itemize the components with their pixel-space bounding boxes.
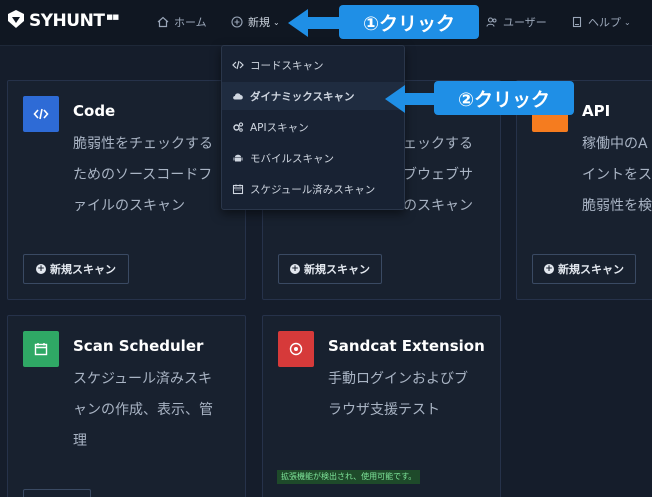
desc-line: イントをス: [582, 167, 652, 183]
button-label: 新規スキャン: [50, 263, 116, 276]
card-title: Sandcat Extension: [328, 337, 485, 355]
desc-line: ャンの作成、表示、管: [73, 402, 213, 418]
new-scan-dropdown: コードスキャン ダイナミックスキャン APIスキャン モバイルスキャン スケジュ…: [221, 45, 405, 210]
menu-item-mobile-scan[interactable]: モバイルスキャン: [222, 144, 404, 172]
desc-line: 脆弱性をチェックする: [73, 136, 213, 152]
card-description: 稼働中のA イントをス 脆弱性を検: [582, 129, 652, 222]
menu-item-scheduled-scan[interactable]: スケジュール済みスキャン: [222, 175, 404, 203]
card-title: Code: [73, 102, 116, 120]
cloud-icon: [232, 90, 244, 102]
button-label: 新規スキャン: [558, 263, 624, 276]
desc-line: ためのソースコードフ: [73, 167, 213, 183]
menu-item-api-scan[interactable]: APIスキャン: [222, 113, 404, 141]
desc-line: スケジュール済みスキ: [73, 371, 213, 387]
gears-icon: [232, 121, 244, 133]
card-description: ェックする ブウェブサ のスキャン: [403, 129, 498, 222]
desc-line: ラウザ支援テスト: [328, 402, 440, 418]
chrome-icon: [278, 331, 314, 367]
new-scan-button[interactable]: + 新規スキャン: [23, 254, 129, 284]
nav-home-label: ホーム: [174, 16, 207, 29]
desc-line: 脆弱性を検: [582, 198, 652, 214]
chevron-down-icon: ⌄: [273, 17, 280, 27]
android-icon: [232, 152, 244, 164]
desc-line: 手動ログインおよびブ: [328, 371, 468, 387]
arrow-left-icon: [288, 9, 340, 37]
nav-users-label: ユーザー: [503, 16, 547, 29]
card-title: Scan Scheduler: [73, 337, 204, 355]
menu-item-label: スケジュール済みスキャン: [250, 183, 376, 196]
logo-badge-icon: ■■: [106, 13, 119, 21]
nav-new-label: 新規: [248, 16, 270, 29]
card-title: API: [582, 102, 611, 120]
menu-item-label: コードスキャン: [250, 59, 324, 72]
desc-line: ァイルのスキャン: [73, 198, 185, 214]
chevron-down-icon: ⌄: [624, 17, 631, 27]
plus-circle-icon: +: [290, 264, 300, 274]
code-icon: [23, 96, 59, 132]
plus-circle-icon: [231, 16, 243, 28]
desc-line: のスキャン: [403, 198, 473, 214]
users-icon: [486, 16, 498, 28]
code-icon: [232, 59, 244, 71]
plus-circle-icon: +: [544, 264, 554, 274]
card-scan-scheduler: Scan Scheduler スケジュール済みスキ ャンの作成、表示、管 理: [7, 315, 246, 497]
calendar-icon: [232, 183, 244, 195]
menu-item-dynamic-scan[interactable]: ダイナミックスキャン: [222, 82, 404, 110]
book-icon: [571, 16, 583, 28]
new-scan-button[interactable]: + 新規スキャン: [532, 254, 636, 284]
nav-new[interactable]: 新規 ⌄: [231, 13, 280, 31]
menu-item-label: APIスキャン: [250, 121, 309, 134]
card-description: スケジュール済みスキ ャンの作成、表示、管 理: [73, 364, 243, 457]
card-description: 脆弱性をチェックする ためのソースコードフ ァイルのスキャン: [73, 129, 243, 222]
callout-step-1: ①クリック: [339, 5, 479, 39]
desc-line: ブウェブサ: [403, 167, 473, 183]
new-scan-button[interactable]: + 新規スキャン: [278, 254, 382, 284]
callout-step-2: ②クリック: [434, 81, 574, 115]
nav-help[interactable]: ヘルプ ⌄: [571, 13, 631, 31]
arrow-left-icon: [385, 85, 437, 113]
extension-status-badge: 拡張機能が検出され、使用可能です。: [277, 470, 421, 484]
plus-circle-icon: +: [36, 264, 46, 274]
button-label: 新規スキャン: [304, 263, 370, 276]
nav-help-label: ヘルプ: [588, 16, 621, 29]
menu-item-label: ダイナミックスキャン: [250, 90, 355, 103]
logo-mark-icon: [6, 9, 26, 34]
logo-text: SYHUNT: [29, 11, 105, 31]
desc-line: 理: [73, 433, 87, 449]
home-icon: [157, 16, 169, 28]
syhunt-logo[interactable]: SYHUNT ■■: [6, 9, 119, 33]
card-code: Code 脆弱性をチェックする ためのソースコードフ ァイルのスキャン + 新規…: [7, 80, 246, 300]
menu-item-code-scan[interactable]: コードスキャン: [222, 51, 404, 79]
calendar-icon: [23, 331, 59, 367]
desc-line: ェックする: [403, 136, 473, 152]
nav-users[interactable]: ユーザー: [486, 13, 547, 31]
card-description: 手動ログインおよびブ ラウザ支援テスト: [328, 364, 498, 426]
menu-item-label: モバイルスキャン: [250, 152, 334, 165]
nav-home[interactable]: ホーム: [157, 13, 207, 31]
scheduler-button[interactable]: [23, 489, 91, 497]
desc-line: 稼働中のA: [582, 136, 648, 152]
